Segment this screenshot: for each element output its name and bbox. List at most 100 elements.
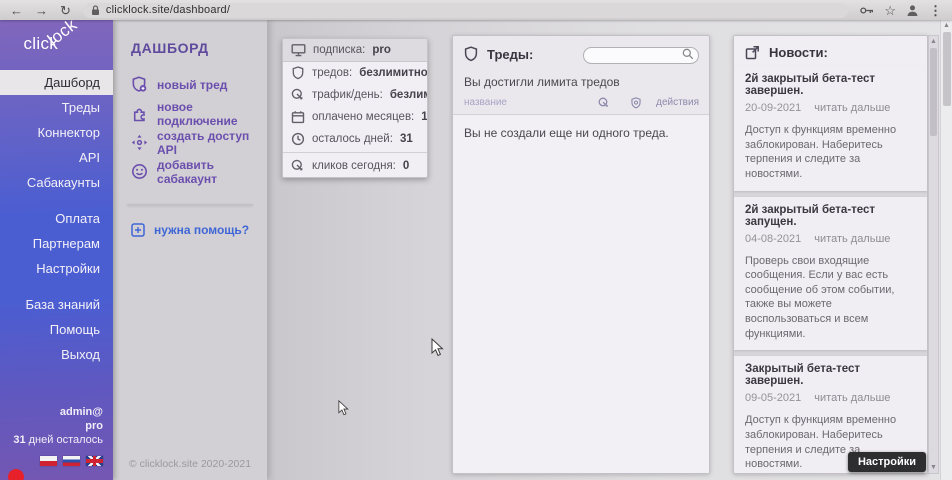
sidebar-item-dashboard[interactable]: Дашборд bbox=[0, 70, 113, 95]
threads-title: Треды: bbox=[487, 47, 533, 62]
news-panel: Новости: 2й закрытый бета-тест завершен.… bbox=[733, 35, 928, 474]
click-icon bbox=[291, 159, 305, 173]
calendar-icon bbox=[291, 110, 305, 124]
shield-target-column-icon bbox=[630, 97, 642, 109]
new-connection-link[interactable]: новое подключение bbox=[131, 103, 267, 124]
dashboard-title: ДАШБОРД bbox=[131, 40, 267, 56]
profile-avatar-icon[interactable] bbox=[906, 4, 919, 17]
column-actions-label: действия bbox=[656, 97, 699, 108]
sidebar-item-api[interactable]: API bbox=[0, 145, 113, 170]
account-info: admin@ pro 31 дней осталось bbox=[13, 405, 103, 466]
key-icon[interactable] bbox=[860, 6, 874, 15]
divider bbox=[127, 204, 253, 205]
sidebar-item-subaccounts[interactable]: Сабакаунты bbox=[0, 170, 113, 195]
threads-empty-state: Вы не создали еще ни одного треда. bbox=[453, 115, 709, 474]
url-text: clicklock.site/dashboard/ bbox=[106, 4, 230, 16]
create-api-access-link[interactable]: создать доступ API bbox=[131, 132, 267, 153]
bookmark-star-icon[interactable]: ☆ bbox=[884, 4, 896, 17]
reload-icon[interactable]: ↻ bbox=[60, 4, 71, 17]
flag-russia-icon[interactable] bbox=[63, 456, 80, 466]
sidebar-item-partners[interactable]: Партнерам bbox=[0, 231, 113, 256]
scroll-up-icon[interactable]: ▲ bbox=[941, 20, 952, 31]
screen: ← → ↻ clicklock.site/dashboard/ ☆ ⋮ clic… bbox=[0, 0, 952, 480]
sidebar: clicklock Дашборд Треды Коннектор API Са… bbox=[0, 20, 113, 480]
news-item-date: 04-08-2021 bbox=[745, 233, 801, 245]
scroll-up-icon[interactable]: ▲ bbox=[929, 36, 938, 47]
news-item-body: Доступ к функциям временно заблокирован.… bbox=[745, 123, 917, 182]
window-scrollbar[interactable]: ▲ bbox=[940, 20, 952, 480]
sidebar-item-threads[interactable]: Треды bbox=[0, 95, 113, 120]
app-logo: clicklock bbox=[0, 20, 113, 66]
sidebar-item-help[interactable]: Помощь bbox=[0, 317, 113, 342]
forward-icon[interactable]: → bbox=[35, 4, 48, 17]
read-more-link[interactable]: читать дальше bbox=[814, 102, 890, 114]
dashboard-quick-panel: ДАШБОРД новый тред новое подключение соз… bbox=[113, 20, 267, 480]
shield-icon bbox=[463, 46, 479, 62]
read-more-link[interactable]: читать дальше bbox=[814, 392, 890, 404]
browser-actions: ☆ ⋮ bbox=[860, 4, 942, 17]
threads-table-header: название действия bbox=[453, 96, 709, 115]
account-plan: pro bbox=[13, 419, 103, 433]
news-scrollbar-thumb[interactable] bbox=[930, 48, 937, 136]
need-help-link[interactable]: нужна помощь? bbox=[131, 223, 267, 237]
face-icon bbox=[131, 163, 148, 180]
monitor-icon bbox=[291, 43, 306, 57]
sidebar-item-knowledge-base[interactable]: База знаний bbox=[0, 292, 113, 317]
lock-icon bbox=[91, 5, 100, 16]
subscription-row-months: оплачено месяцев: 1 bbox=[283, 106, 427, 128]
news-scrollbar[interactable]: ▲ ▼ bbox=[928, 35, 939, 474]
nav-gap bbox=[0, 195, 113, 206]
subscription-card: подписка: pro тредов: безлимитно трафик/… bbox=[282, 38, 428, 178]
browser-toolbar: ← → ↻ clicklock.site/dashboard/ ☆ ⋮ bbox=[0, 0, 952, 20]
news-panel-header: Новости: bbox=[734, 36, 927, 66]
back-icon[interactable]: ← bbox=[10, 4, 23, 17]
address-bar[interactable]: clicklock.site/dashboard/ bbox=[83, 3, 848, 18]
divider bbox=[283, 152, 427, 153]
read-more-link[interactable]: читать дальше bbox=[814, 233, 890, 245]
account-days-left: 31 дней осталось bbox=[13, 433, 103, 447]
move-arrows-icon bbox=[131, 134, 148, 151]
column-name-label: название bbox=[464, 97, 598, 108]
new-thread-link[interactable]: новый тред bbox=[131, 74, 267, 95]
subscription-row-threads: тредов: безлимитно bbox=[283, 62, 427, 84]
news-item-title: Закрытый бета-тест завершен. bbox=[745, 363, 917, 387]
quick-links: новый тред новое подключение создать дос… bbox=[131, 74, 267, 182]
subscription-row-clicks-today: кликов сегодня: 0 bbox=[283, 155, 427, 177]
news-item-date: 20-09-2021 bbox=[745, 102, 801, 114]
threads-panel-header: Треды: bbox=[453, 36, 709, 64]
sidebar-item-logout[interactable]: Выход bbox=[0, 342, 113, 367]
recording-dot-icon bbox=[8, 469, 24, 480]
subscription-header-row: подписка: pro bbox=[283, 39, 427, 62]
copyright-text: © clicklock.site 2020-2021 bbox=[113, 458, 267, 470]
sidebar-item-payment[interactable]: Оплата bbox=[0, 206, 113, 231]
subscription-row-traffic: трафик/день: безлимитно bbox=[283, 84, 427, 106]
sidebar-item-connector[interactable]: Коннектор bbox=[0, 120, 113, 145]
flag-uk-icon[interactable] bbox=[86, 456, 103, 466]
puzzle-icon bbox=[131, 105, 148, 122]
threads-limit-notice: Вы достигли лимита тредов bbox=[453, 64, 709, 96]
window-scrollbar-thumb[interactable] bbox=[943, 32, 951, 106]
news-item: 2й закрытый бета-тест запущен. 04-08-202… bbox=[734, 197, 927, 351]
news-item-title: 2й закрытый бета-тест завершен. bbox=[745, 73, 917, 97]
scroll-down-icon[interactable]: ▼ bbox=[929, 462, 938, 473]
clock-icon bbox=[291, 132, 305, 146]
language-switcher bbox=[13, 456, 103, 466]
add-subaccount-link[interactable]: добавить сабакаунт bbox=[131, 161, 267, 182]
sidebar-item-settings[interactable]: Настройки bbox=[0, 256, 113, 281]
account-email: admin@ bbox=[13, 405, 103, 419]
sidebar-nav: Дашборд Треды Коннектор API Сабакаунты О… bbox=[0, 70, 113, 367]
main-content: подписка: pro тредов: безлимитно трафик/… bbox=[267, 20, 952, 480]
shield-icon bbox=[291, 66, 305, 80]
threads-panel: Треды: Вы достигли лимита тредов названи… bbox=[452, 35, 710, 474]
news-title: Новости: bbox=[769, 45, 828, 60]
settings-button[interactable]: Настройки bbox=[848, 452, 926, 472]
news-item-body: Проверь свои входящие сообщения. Если у … bbox=[745, 254, 917, 342]
subscription-row-days-left: осталось дней: 31 bbox=[283, 128, 427, 150]
browser-menu-icon[interactable]: ⋮ bbox=[929, 4, 942, 17]
flag-poland-icon[interactable] bbox=[40, 456, 57, 466]
threads-search bbox=[583, 45, 699, 64]
news-list: 2й закрытый бета-тест завершен. 20-09-20… bbox=[734, 66, 927, 474]
news-item-title: 2й закрытый бета-тест запущен. bbox=[745, 204, 917, 228]
clicks-column-icon bbox=[598, 97, 610, 109]
click-icon bbox=[291, 88, 305, 102]
